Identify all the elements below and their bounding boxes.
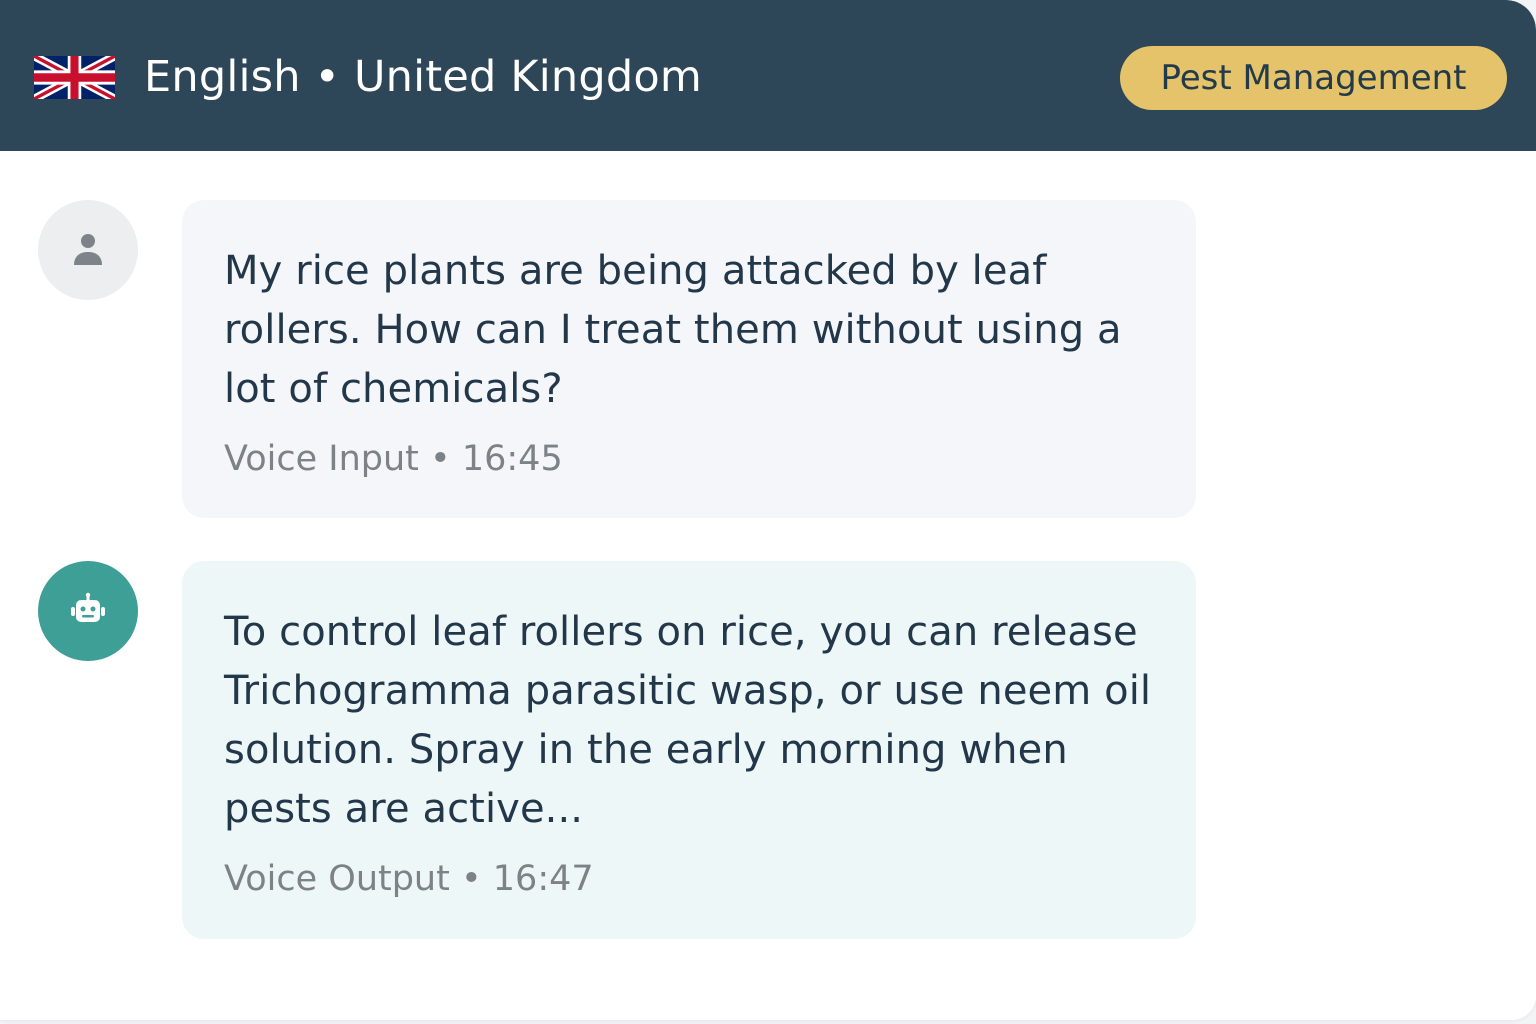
input-mode-label: Voice Input <box>224 439 419 479</box>
bot-message-bubble: To control leaf rollers on rice, you can… <box>182 561 1196 939</box>
user-message-bubble: My rice plants are being attacked by lea… <box>182 200 1196 518</box>
separator-dot: • <box>314 52 341 102</box>
user-icon <box>74 234 102 265</box>
message-timestamp: 16:45 <box>461 439 563 479</box>
topic-badge[interactable]: Pest Management <box>1120 46 1507 110</box>
meta-separator: • <box>430 439 451 479</box>
chat-window: English • United Kingdom Pest Management… <box>0 0 1536 1020</box>
country-label: United Kingdom <box>354 52 702 102</box>
message-timestamp: 16:47 <box>492 859 594 899</box>
output-mode-label: Voice Output <box>224 859 450 899</box>
language-label: English <box>144 52 301 102</box>
user-message-text: My rice plants are being attacked by lea… <box>224 248 1122 412</box>
uk-flag-icon <box>34 56 115 99</box>
bot-message-meta: Voice Output • 16:47 <box>224 857 1154 901</box>
meta-separator: • <box>460 859 482 899</box>
bot-avatar <box>38 561 138 661</box>
robot-icon <box>71 592 105 622</box>
chat-header: English • United Kingdom Pest Management <box>0 0 1536 151</box>
language-region-label: English • United Kingdom <box>144 48 702 106</box>
user-avatar <box>38 200 138 300</box>
bot-message-text: To control leaf rollers on rice, you can… <box>224 609 1152 832</box>
user-message-meta: Voice Input • 16:45 <box>224 437 1154 481</box>
